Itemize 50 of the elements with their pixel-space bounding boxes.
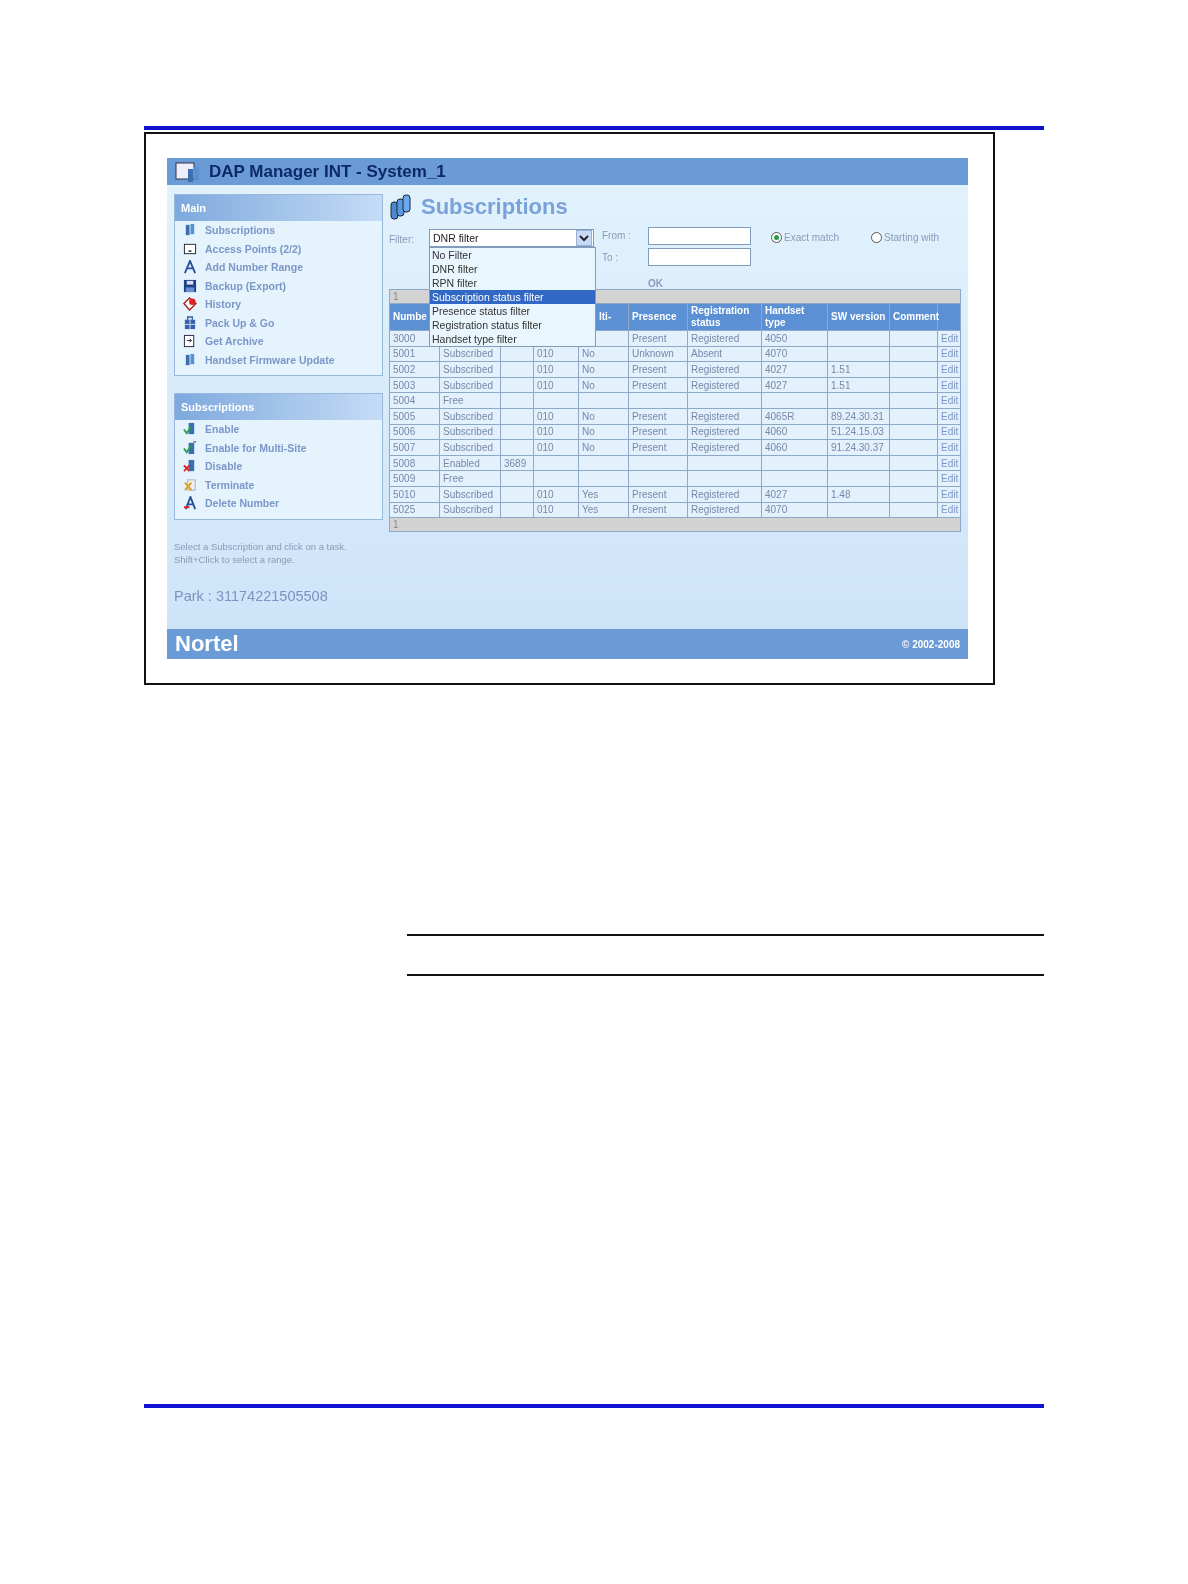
check-icon: [183, 440, 197, 455]
brand-name: Nortel: [175, 631, 239, 657]
page-title: Subscriptions: [421, 194, 568, 220]
copyright: © 2002-2008: [902, 638, 960, 650]
screen-icon: [183, 241, 197, 256]
sidebar-link[interactable]: Disable: [175, 457, 382, 476]
from-field[interactable]: [648, 226, 751, 245]
to-field[interactable]: [648, 248, 751, 267]
radio-label: Starting with: [884, 231, 940, 243]
park-number: Park : 31174221505508: [174, 587, 329, 604]
package-icon: [183, 315, 197, 330]
from-label: From :: [602, 230, 632, 242]
sidebar-link[interactable]: Enable: [175, 420, 382, 439]
cards-icon: [183, 352, 197, 367]
sidebar-link[interactable]: Pack Up & Go: [175, 313, 382, 332]
x-mark-icon: [183, 477, 197, 492]
sidebar-link[interactable]: Subscriptions: [175, 221, 382, 240]
dropdown-option[interactable]: Subscription status filter: [430, 290, 595, 304]
document-icon: [183, 334, 197, 349]
radio-label: Exact match: [784, 231, 840, 243]
cards-icon: [183, 223, 197, 238]
sidebar-link[interactable]: Access Points (2/2): [175, 239, 382, 258]
sidebar-link[interactable]: Enable for Multi-Site: [175, 438, 382, 457]
radio-button[interactable]: [871, 231, 883, 243]
filter-label: Filter:: [389, 234, 415, 247]
sidebar-link[interactable]: Delete Number: [175, 494, 382, 513]
chevron-icon: [576, 230, 592, 246]
dropdown-option[interactable]: No Filter: [430, 248, 595, 262]
to-label: To :: [602, 252, 620, 263]
column-header: Registration status: [687, 303, 762, 331]
check-icon: [183, 422, 197, 437]
sidebar-link[interactable]: Add Number Range: [175, 258, 382, 277]
panel-header: Subscriptions: [175, 394, 382, 420]
column-header: Handset type: [761, 303, 828, 331]
radio-button[interactable]: [771, 231, 782, 243]
ok-link[interactable]: OK: [648, 278, 751, 290]
hint-text: Select a Subscription and click on a task. Shift+Click to select a range.: [174, 539, 348, 566]
window-icon: [175, 160, 201, 183]
dropdown-option[interactable]: RPN filter: [430, 276, 595, 290]
sidebar-link[interactable]: Get Archive: [175, 332, 382, 351]
x-mark-icon: [183, 459, 197, 474]
sidebar-link[interactable]: Terminate: [175, 475, 382, 494]
dropdown-option[interactable]: DNR filter: [430, 262, 595, 276]
sidebar-link[interactable]: Backup (Export): [175, 276, 382, 295]
window-title: DAP Manager INT - System_1: [209, 161, 446, 182]
panel-header: Main: [175, 195, 382, 221]
sidebar-link[interactable]: Handset Firmware Update: [175, 350, 382, 369]
tag-icon: [183, 297, 197, 312]
sidebar-link[interactable]: History: [175, 295, 382, 314]
database-icon: [389, 194, 411, 220]
